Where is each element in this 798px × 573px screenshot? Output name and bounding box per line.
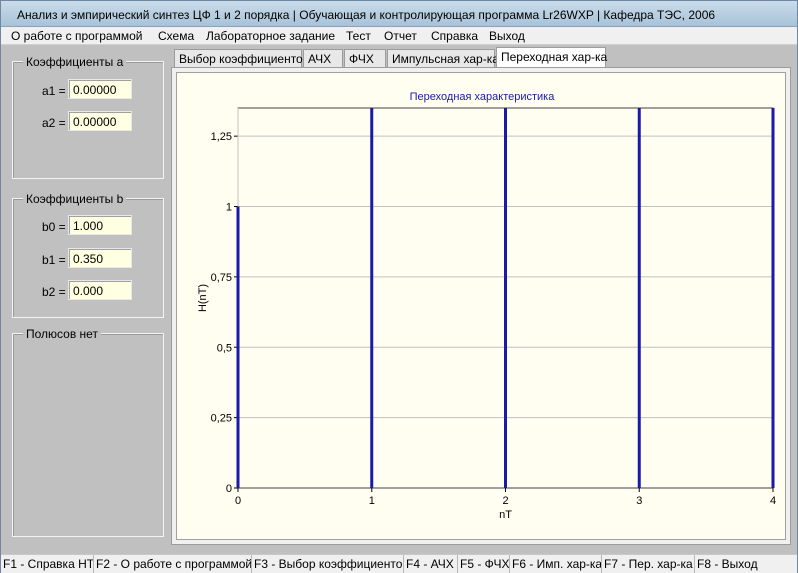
menu-scheme[interactable]: Схема bbox=[158, 29, 194, 43]
status-f2-about[interactable]: F2 - О работе с программой bbox=[94, 555, 252, 573]
status-f5-phase[interactable]: F5 - ФЧХ bbox=[458, 555, 510, 573]
menu-test[interactable]: Тест bbox=[346, 29, 371, 43]
tab-phase[interactable]: ФЧХ bbox=[344, 49, 386, 68]
x-tick-label: 0 bbox=[235, 495, 241, 507]
tab-impulse[interactable]: Импульсная хар-ка bbox=[387, 49, 499, 68]
status-f6-impulse[interactable]: F6 - Имп. хар-ка bbox=[510, 555, 602, 573]
status-f7-step[interactable]: F7 - Пер. хар-ка bbox=[602, 555, 695, 573]
x-tick-label: 3 bbox=[636, 495, 642, 507]
x-tick-label: 1 bbox=[369, 495, 375, 507]
y-tick-label: 0 bbox=[226, 483, 232, 495]
y-tick-label: 0,5 bbox=[217, 342, 232, 354]
a1-field[interactable]: 0.00000 bbox=[68, 79, 132, 99]
x-tick-label: 2 bbox=[502, 495, 508, 507]
b0-field[interactable]: 1.000 bbox=[68, 215, 132, 235]
a1-label: a1 = bbox=[42, 84, 66, 98]
b1-label: b1 = bbox=[42, 253, 66, 267]
x-axis-label: nT bbox=[499, 509, 512, 521]
a2-label: a2 = bbox=[42, 116, 66, 130]
tab-step-response[interactable]: Переходная хар-ка bbox=[496, 47, 607, 68]
y-tick-label: 0,75 bbox=[211, 272, 232, 284]
b1-field[interactable]: 0.350 bbox=[68, 248, 132, 268]
menu-bar: О работе с программой Схема Лабораторное… bbox=[1, 27, 797, 45]
tab-amplitude[interactable]: АЧХ bbox=[303, 49, 343, 68]
coeff-b-caption: Коэффициенты b bbox=[23, 192, 127, 206]
chart-canvas: 0 0,25 0,5 0,75 1 1,25 0 1 2 3 4 nT H(nT) bbox=[197, 107, 776, 521]
x-tick-label: 4 bbox=[770, 495, 776, 507]
menu-lab-task[interactable]: Лабораторное задание bbox=[206, 29, 335, 43]
status-f3-coefficients[interactable]: F3 - Выбор коэффициентов bbox=[252, 555, 404, 573]
status-f1-help[interactable]: F1 - Справка HTML bbox=[1, 555, 94, 573]
b2-field[interactable]: 0.000 bbox=[68, 280, 132, 300]
y-tick-label: 1,25 bbox=[211, 131, 232, 143]
y-tick-label: 1 bbox=[226, 202, 232, 214]
menu-about[interactable]: О работе с программой bbox=[11, 29, 142, 43]
poles-group: Полюсов нет bbox=[12, 327, 164, 537]
poles-caption: Полюсов нет bbox=[23, 327, 101, 341]
tab-panel: Переходная характеристика 0 0,25 0,5 0,75 1 1… bbox=[171, 67, 791, 545]
coeff-b-group: Коэффициенты b b0 = 1.000 b1 = 0.350 b2 … bbox=[12, 192, 164, 318]
a2-field[interactable]: 0.00000 bbox=[68, 111, 132, 131]
status-bar: F1 - Справка HTML F2 - О работе с програ… bbox=[1, 554, 797, 573]
tab-coefficients[interactable]: Выбор коэффициентов bbox=[174, 49, 309, 68]
status-f8-exit[interactable]: F8 - Выход bbox=[695, 555, 797, 573]
menu-exit[interactable]: Выход bbox=[489, 29, 525, 43]
y-tick-label: 0,25 bbox=[211, 413, 232, 425]
y-axis-label: H(nT) bbox=[197, 284, 209, 312]
status-f4-amplitude[interactable]: F4 - АЧХ bbox=[404, 555, 458, 573]
window-title: Анализ и эмпирический синтез ЦФ 1 и 2 по… bbox=[17, 8, 716, 22]
coeff-a-caption: Коэффициенты a bbox=[23, 55, 127, 69]
title-bar: Анализ и эмпирический синтез ЦФ 1 и 2 по… bbox=[1, 1, 797, 27]
coeff-a-group: Коэффициенты a a1 = 0.00000 a2 = 0.00000 bbox=[12, 55, 164, 179]
menu-help[interactable]: Справка bbox=[431, 29, 478, 43]
b0-label: b0 = bbox=[42, 220, 66, 234]
menu-report[interactable]: Отчет bbox=[384, 29, 417, 43]
app-window: Анализ и эмпирический синтез ЦФ 1 и 2 по… bbox=[0, 0, 798, 573]
b2-label: b2 = bbox=[42, 285, 66, 299]
